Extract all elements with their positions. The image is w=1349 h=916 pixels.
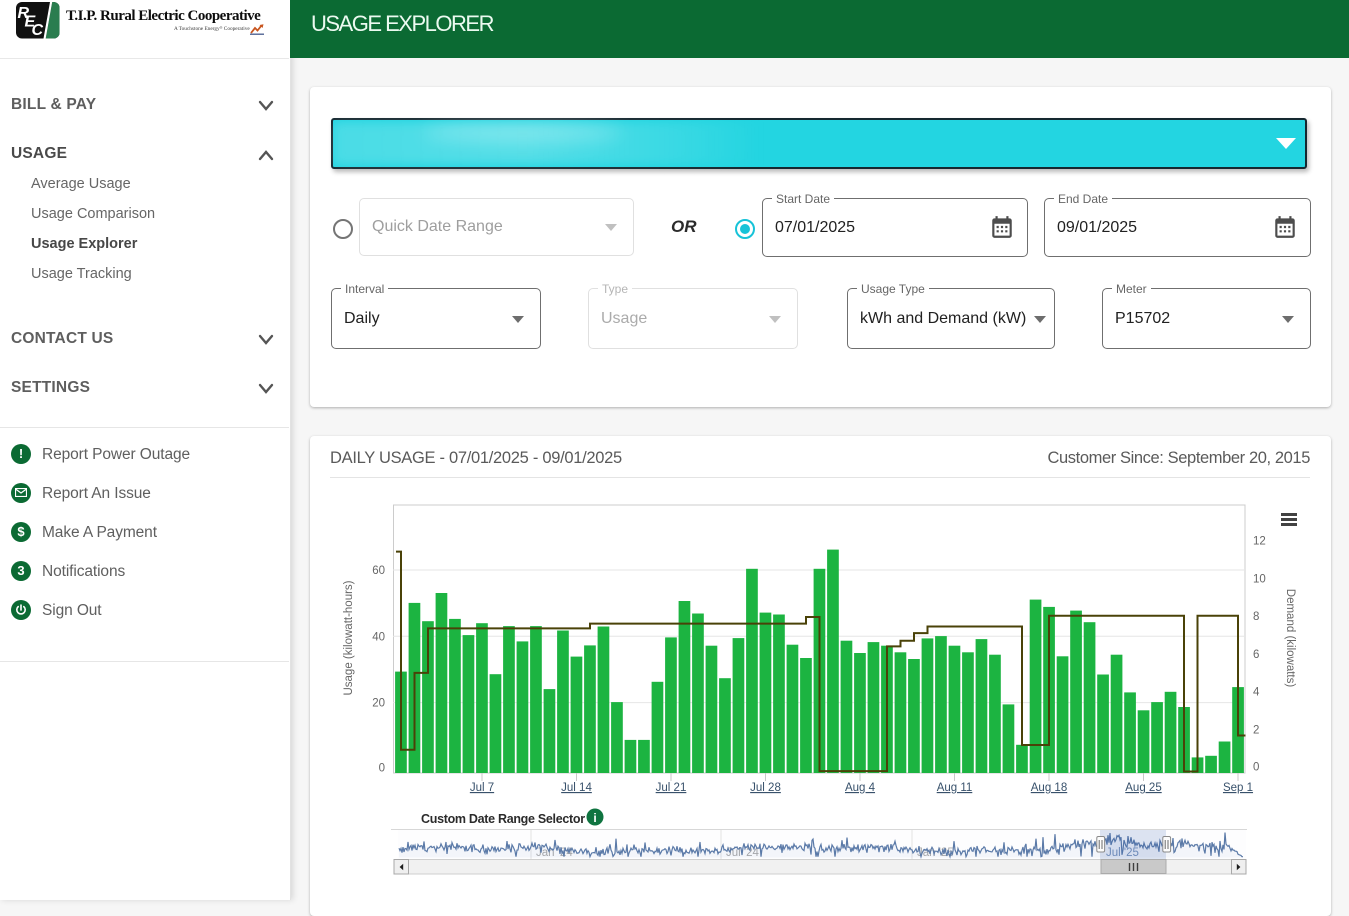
svg-text:Custom Date Range Selector: Custom Date Range Selector: [421, 812, 585, 826]
svg-text:Aug 25: Aug 25: [1125, 782, 1161, 794]
svg-text:Jul 28: Jul 28: [750, 782, 781, 794]
svg-text:Jul 7: Jul 7: [470, 782, 494, 794]
svg-text:Sep 1: Sep 1: [1223, 782, 1253, 794]
svg-text:0: 0: [1253, 762, 1259, 774]
svg-text:Aug 11: Aug 11: [937, 782, 973, 794]
svg-text:2: 2: [1253, 724, 1259, 736]
svg-text:Jul 21: Jul 21: [656, 782, 687, 794]
svg-text:Jul 14: Jul 14: [561, 782, 592, 794]
svg-text:20: 20: [372, 698, 385, 710]
svg-text:Aug 18: Aug 18: [1031, 782, 1067, 794]
svg-text:12: 12: [1253, 536, 1266, 548]
svg-text:0: 0: [379, 763, 385, 775]
svg-text:10: 10: [1253, 573, 1266, 585]
svg-text:Demand (kilowatts): Demand (kilowatts): [1284, 589, 1296, 688]
svg-text:40: 40: [372, 631, 385, 643]
svg-text:Usage (kilowatt-hours): Usage (kilowatt-hours): [343, 580, 355, 695]
svg-text:Aug 4: Aug 4: [845, 782, 876, 794]
svg-text:6: 6: [1253, 649, 1259, 661]
svg-text:8: 8: [1253, 611, 1259, 623]
svg-text:4: 4: [1253, 687, 1260, 699]
svg-text:60: 60: [372, 565, 385, 577]
svg-text:i: i: [593, 811, 596, 825]
